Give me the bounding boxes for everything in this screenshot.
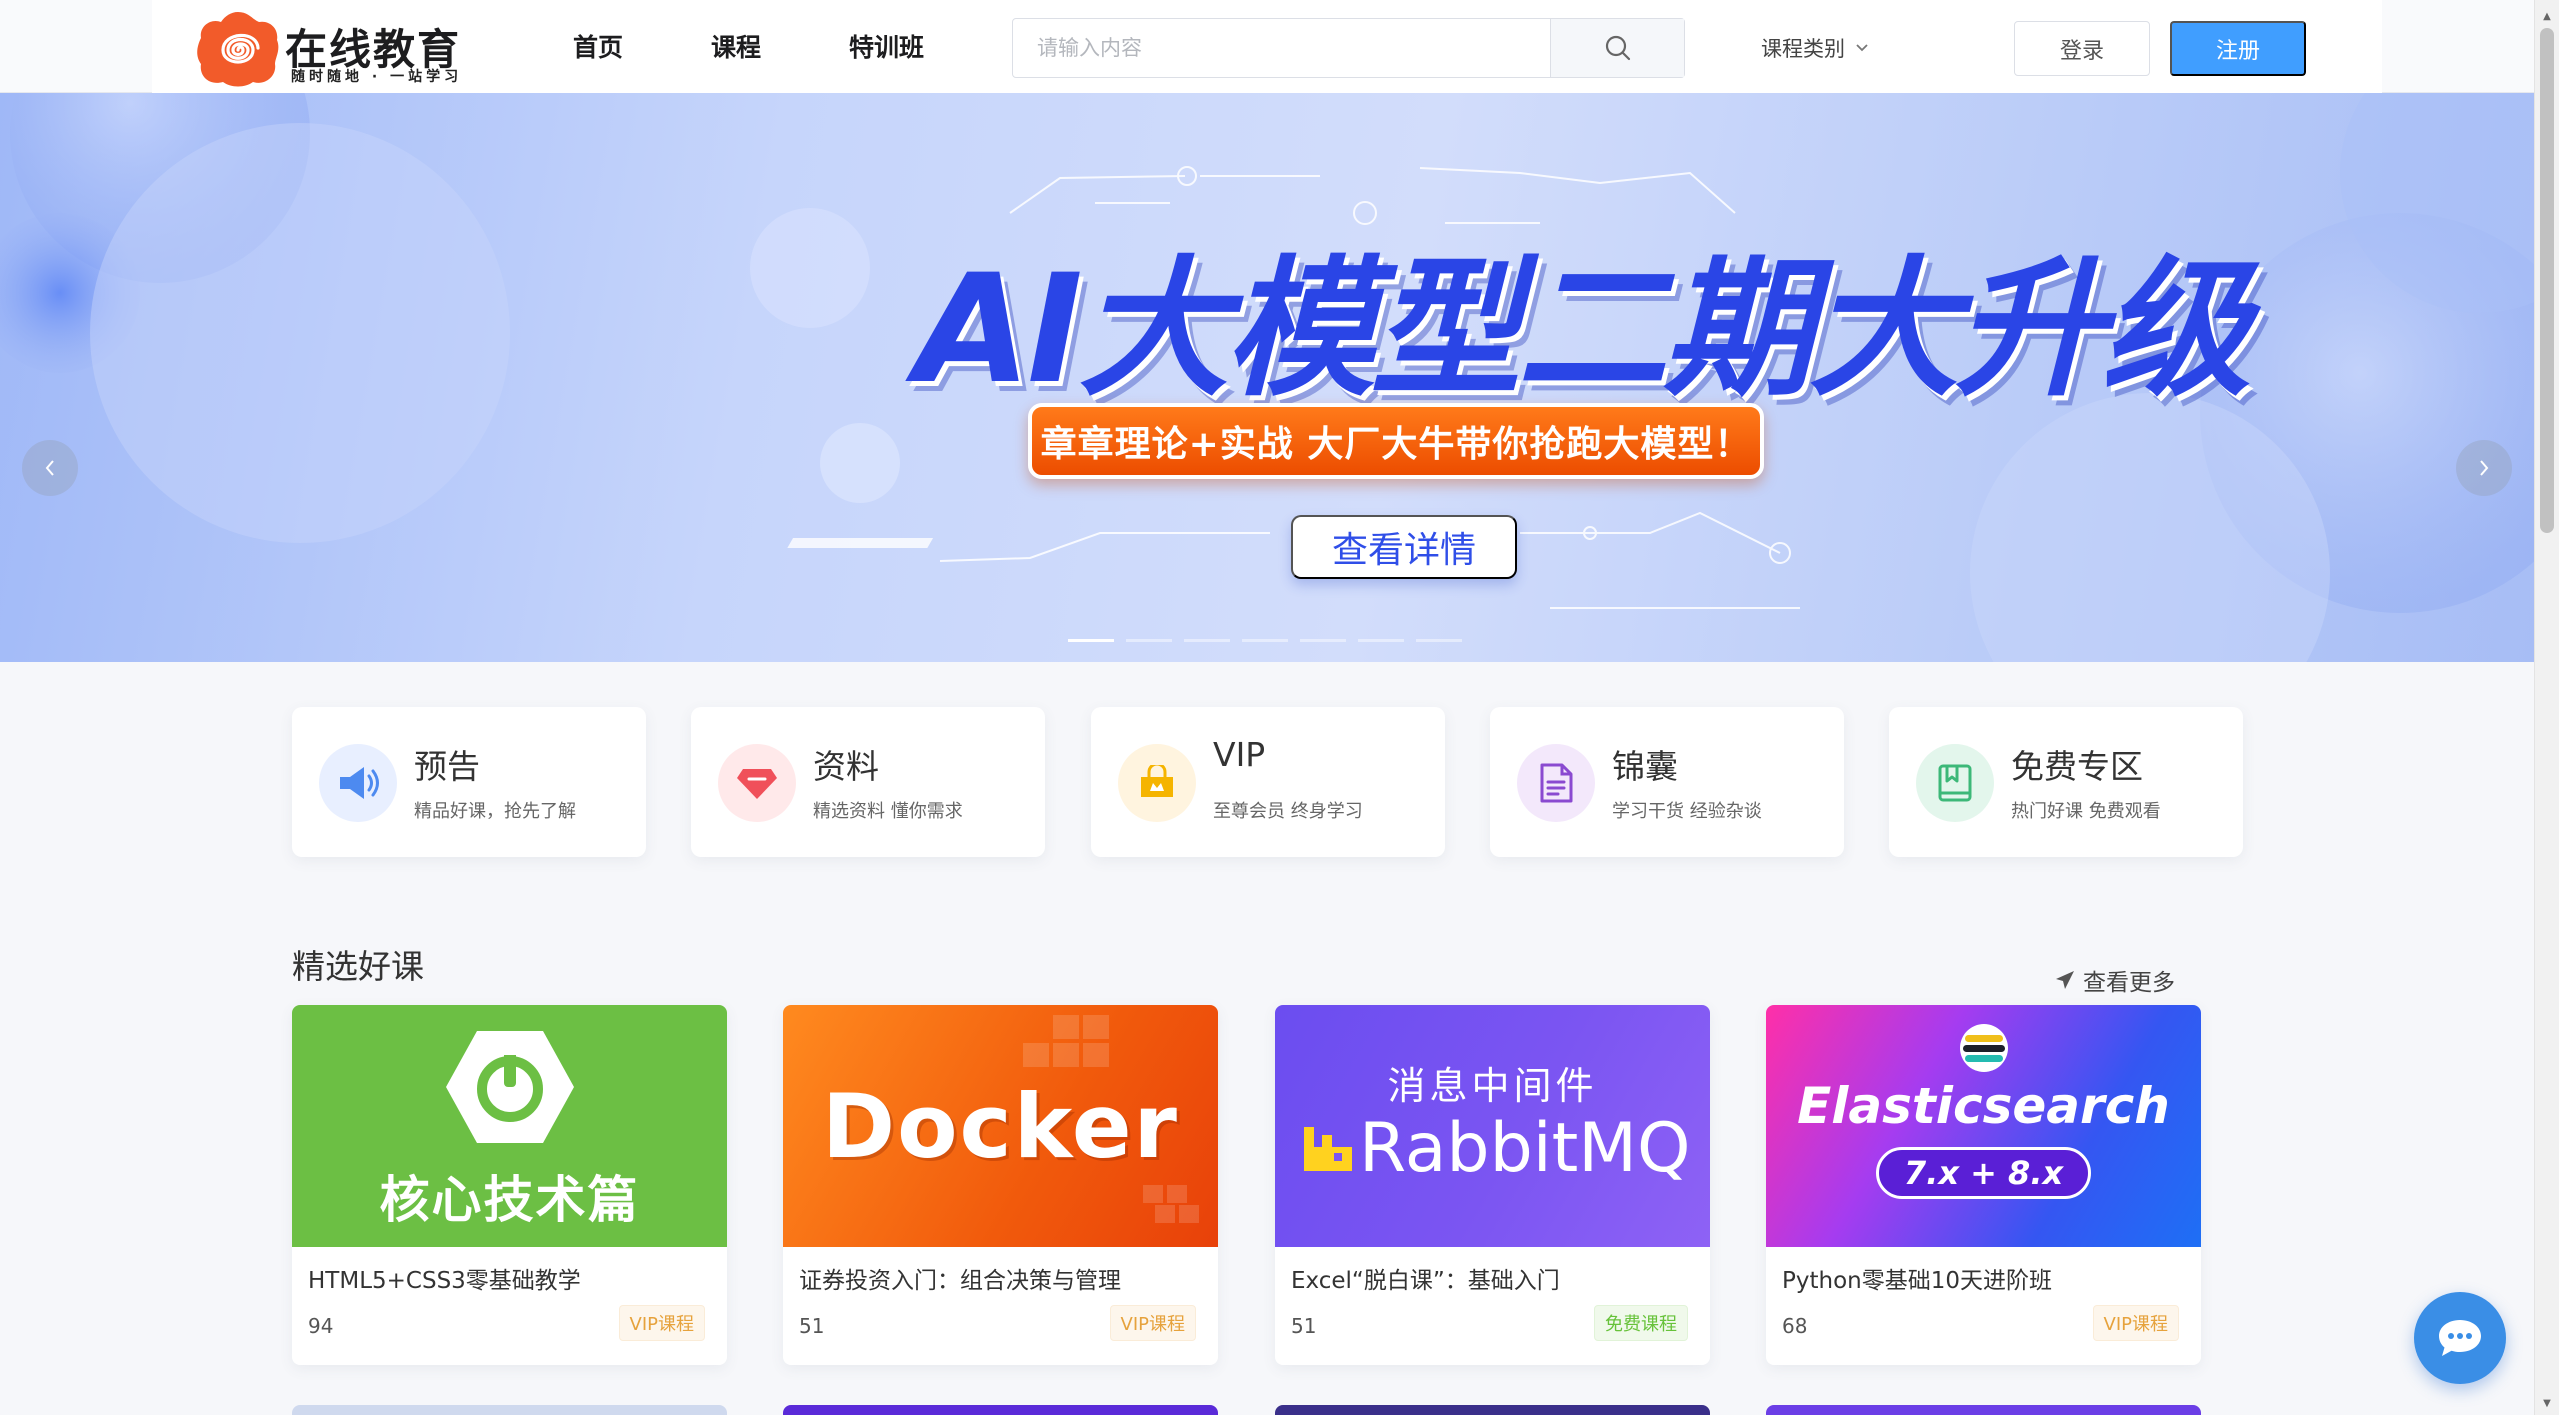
course-name: Excel“脱白课”：基础入门	[1291, 1268, 1560, 1294]
cover-text-secondary: RabbitMQ	[1359, 1109, 1691, 1188]
crown-bag-icon	[1118, 744, 1196, 822]
banner-indicator[interactable]	[1358, 639, 1404, 642]
course-card[interactable]: Elasticsearch 7.x + 8.x Python零基础10天进阶班 …	[1766, 1005, 2201, 1365]
course-name: Python零基础10天进阶班	[1782, 1268, 2052, 1294]
nav-courses[interactable]: 课程	[711, 28, 761, 64]
megaphone-icon	[319, 744, 397, 822]
chevron-down-icon	[1856, 44, 1868, 52]
logo-spiral-icon	[197, 12, 279, 87]
banner-title: AI大模型二期大升级	[915, 243, 2251, 417]
banner-indicator[interactable]	[1184, 639, 1230, 642]
course-cover: 核心技术篇	[292, 1005, 727, 1247]
entry-desc: 学习干货 经验杂谈	[1612, 801, 1762, 822]
power-hexagon-icon	[446, 1031, 574, 1143]
entry-desc: 至尊会员 终身学习	[1213, 801, 1363, 822]
banner-prev-button[interactable]	[22, 440, 78, 496]
course-card[interactable]: 核心技术篇 HTML5+CSS3零基础教学 94 VIP课程	[292, 1005, 727, 1365]
search-box	[1012, 18, 1685, 78]
entry-title: 预告	[414, 747, 480, 786]
chevron-left-icon	[45, 460, 54, 476]
entry-desc: 精品好课，抢先了解	[414, 801, 576, 822]
banner-indicators	[1068, 639, 1462, 642]
login-button[interactable]: 登录	[2014, 21, 2150, 76]
course-category-dropdown[interactable]: 课程类别	[1761, 33, 1869, 63]
entry-preview[interactable]: 预告 精品好课，抢先了解	[292, 707, 646, 857]
cover-text: Docker	[822, 1075, 1179, 1178]
entry-tips[interactable]: 锦囊 学习干货 经验杂谈	[1490, 707, 1844, 857]
gem-icon	[718, 744, 796, 822]
entry-free-zone[interactable]: 免费专区 热门好课 免费观看	[1889, 707, 2243, 857]
section-title: 精选好课	[292, 947, 424, 986]
banner-subtitle: 章章理论+实战 大厂大牛带你抢跑大模型！	[1028, 403, 1764, 479]
scroll-down-arrow-icon[interactable]: ▼	[2535, 1393, 2559, 1413]
banner-indicator[interactable]	[1126, 639, 1172, 642]
entry-title: 资料	[813, 747, 879, 786]
book-icon	[1916, 744, 1994, 822]
banner-next-button[interactable]	[2456, 440, 2512, 496]
banner-details-button[interactable]: 查看详情	[1291, 515, 1517, 579]
entry-title: 锦囊	[1612, 747, 1678, 786]
rabbitmq-logo-icon	[1304, 1127, 1352, 1171]
scroll-up-arrow-icon[interactable]: ▲	[2535, 6, 2559, 26]
banner-indicator[interactable]	[1300, 639, 1346, 642]
scrollbar-thumb[interactable]	[2540, 28, 2554, 533]
chat-button[interactable]	[2414, 1292, 2506, 1384]
register-button[interactable]: 注册	[2170, 21, 2306, 76]
course-card-peek	[783, 1405, 1218, 1415]
course-cover: 消息中间件 RabbitMQ	[1275, 1005, 1710, 1247]
course-count: 68	[1782, 1314, 1808, 1338]
cover-version-badge: 7.x + 8.x	[1876, 1147, 2091, 1199]
course-count: 51	[799, 1314, 825, 1338]
course-card-peek	[1275, 1405, 1710, 1415]
see-more-label: 查看更多	[2083, 970, 2175, 996]
chevron-right-icon	[2480, 460, 2489, 476]
course-count: 94	[308, 1314, 334, 1338]
course-count: 51	[1291, 1314, 1317, 1338]
page-scrollbar[interactable]: ▲ ▼	[2534, 0, 2559, 1415]
top-header: 在线教育 随时随地 · 一站学习 首页 课程 特训班 课程类别 登录 注册	[0, 0, 2534, 93]
course-badge: VIP课程	[1109, 1305, 1196, 1341]
course-badge: VIP课程	[2092, 1305, 2179, 1341]
cover-text: 核心技术篇	[379, 1171, 640, 1229]
paper-plane-icon	[2056, 971, 2074, 989]
entry-title: 免费专区	[2011, 747, 2143, 786]
search-icon	[1605, 35, 1630, 61]
course-cover: Docker	[783, 1005, 1218, 1247]
course-card-peek	[292, 1405, 727, 1415]
course-badge: VIP课程	[618, 1305, 705, 1341]
cover-text: Elasticsearch	[1797, 1077, 2170, 1135]
search-button[interactable]	[1550, 19, 1684, 77]
course-card[interactable]: Docker 证券投资入门：组合决策与管理 51 VIP课程	[783, 1005, 1218, 1365]
course-cover: Elasticsearch 7.x + 8.x	[1766, 1005, 2201, 1247]
entry-materials[interactable]: 资料 精选资料 懂你需求	[691, 707, 1045, 857]
course-name: HTML5+CSS3零基础教学	[308, 1268, 581, 1294]
course-name: 证券投资入门：组合决策与管理	[799, 1268, 1121, 1294]
entry-desc: 精选资料 懂你需求	[813, 801, 963, 822]
see-more-link[interactable]: 查看更多	[2055, 963, 2175, 997]
entry-title: VIP	[1213, 735, 1266, 774]
course-badge: 免费课程	[1594, 1305, 1688, 1341]
logo-slogan: 随时随地 · 一站学习	[291, 69, 463, 85]
search-input[interactable]	[1013, 19, 1550, 77]
course-card-peek	[1766, 1405, 2201, 1415]
entry-vip[interactable]: VIP 至尊会员 终身学习	[1091, 707, 1445, 857]
banner-indicator[interactable]	[1242, 639, 1288, 642]
hero-banner[interactable]: AI大模型二期大升级 章章理论+实战 大厂大牛带你抢跑大模型！ 查看详情	[0, 93, 2534, 662]
document-icon	[1517, 744, 1595, 822]
nav-training[interactable]: 特训班	[849, 28, 924, 64]
cover-text: 消息中间件	[1387, 1064, 1598, 1108]
nav-home[interactable]: 首页	[573, 28, 623, 64]
chat-bubble-icon	[2439, 1320, 2481, 1356]
course-category-label: 课程类别	[1761, 37, 1845, 61]
banner-indicator[interactable]	[1416, 639, 1462, 642]
course-card[interactable]: 消息中间件 RabbitMQ Excel“脱白课”：基础入门 51 免费课程	[1275, 1005, 1710, 1365]
elastic-logo-icon	[1960, 1024, 2008, 1072]
banner-indicator[interactable]	[1068, 639, 1114, 642]
entry-desc: 热门好课 免费观看	[2011, 801, 2161, 822]
site-logo[interactable]: 在线教育 随时随地 · 一站学习	[195, 10, 485, 88]
